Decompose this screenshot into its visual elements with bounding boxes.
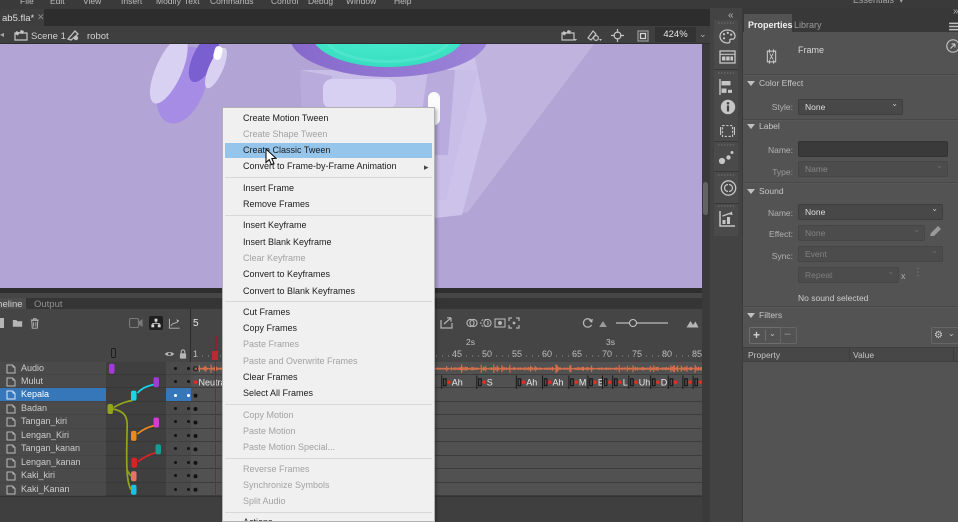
svg-text:L: L [623,377,628,387]
svg-text:M: M [579,377,587,387]
svg-text:E: E [598,377,604,387]
svg-text:D: D [661,377,668,387]
svg-text:Ah: Ah [452,377,463,387]
svg-text:Uh: Uh [639,377,651,387]
svg-text:S: S [487,377,493,387]
svg-text:Ah: Ah [553,377,564,387]
svg-text:Ah: Ah [526,377,537,387]
